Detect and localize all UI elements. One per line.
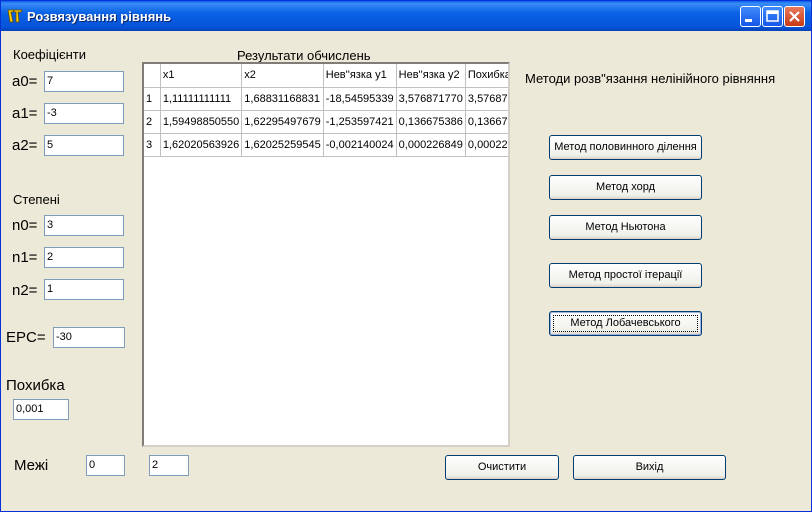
a0-label: a0= bbox=[12, 73, 38, 90]
powers-label: Степені bbox=[13, 192, 60, 207]
table-cell[interactable]: 1,62295497679 bbox=[241, 110, 324, 134]
table-cell[interactable]: 3,576871770 bbox=[465, 87, 508, 111]
table-cell[interactable]: 0,136675386 bbox=[396, 110, 466, 134]
n1-label: n1= bbox=[12, 249, 38, 266]
table-cell[interactable]: 3 bbox=[144, 133, 161, 157]
table-cell[interactable]: 2 bbox=[144, 110, 161, 134]
error-input[interactable]: 0,001 bbox=[13, 399, 69, 420]
lobachevsky-method-button[interactable]: Метод Лобачевського bbox=[549, 311, 702, 336]
header-cell[interactable]: Нев''язка у1 bbox=[323, 64, 397, 88]
maximize-button[interactable] bbox=[762, 6, 783, 27]
a2-label: a2= bbox=[12, 137, 38, 154]
results-title: Результати обчислень bbox=[237, 48, 371, 63]
a1-input[interactable]: -3 bbox=[44, 103, 124, 124]
header-cell[interactable]: № bbox=[144, 64, 161, 88]
chord-method-button[interactable]: Метод хорд bbox=[549, 175, 702, 200]
table-row: 2 1,59498850550 1,62295497679 -1,2535974… bbox=[144, 110, 508, 134]
title-bar[interactable]: Розвязування рівнянь bbox=[1, 1, 811, 31]
maximize-icon bbox=[766, 10, 779, 22]
header-cell[interactable]: Нев''язка у2 bbox=[396, 64, 466, 88]
table-row: 1 1,11111111111 1,68831168831 -18,545953… bbox=[144, 87, 508, 111]
n1-input[interactable]: 2 bbox=[44, 247, 124, 268]
table-cell[interactable]: 0,136675386 bbox=[465, 110, 508, 134]
n0-input[interactable]: 3 bbox=[44, 215, 124, 236]
a2-input[interactable]: 5 bbox=[44, 135, 124, 156]
n2-input[interactable]: 1 bbox=[44, 279, 124, 300]
results-table: № x1 x2 Нев''язка у1 Нев''язка у2 Похибк… bbox=[144, 64, 508, 157]
header-cell[interactable]: Похибка bbox=[465, 64, 508, 88]
a0-input[interactable]: 7 bbox=[44, 71, 124, 92]
eps-input[interactable]: -30 bbox=[53, 327, 125, 348]
close-icon bbox=[789, 11, 800, 22]
minimize-button[interactable] bbox=[740, 6, 761, 27]
delphi-app-icon bbox=[7, 9, 23, 23]
table-cell[interactable]: 3,576871770 bbox=[396, 87, 466, 111]
table-cell[interactable]: 0,000226849 bbox=[396, 133, 466, 157]
n2-label: n2= bbox=[12, 282, 38, 299]
methods-title: Методи розв"язання нелінійного рівняння bbox=[525, 71, 776, 86]
exit-button[interactable]: Вихід bbox=[573, 455, 726, 480]
newton-method-button[interactable]: Метод Ньютона bbox=[549, 215, 702, 240]
table-cell[interactable]: 1,62025259545 bbox=[241, 133, 324, 157]
a1-label: a1= bbox=[12, 105, 38, 122]
table-cell[interactable]: -18,54595339 bbox=[323, 87, 397, 111]
header-row: № x1 x2 Нев''язка у1 Нев''язка у2 Похибк… bbox=[144, 64, 508, 88]
bounds-label: Межі bbox=[14, 457, 49, 474]
table-cell[interactable]: 0,000226849 bbox=[465, 133, 508, 157]
bound-high-input[interactable]: 2 bbox=[149, 455, 189, 476]
table-row: 3 1,62020563926 1,62025259545 -0,0021400… bbox=[144, 133, 508, 157]
table-cell[interactable]: -0,002140024 bbox=[323, 133, 397, 157]
simple-iteration-method-button[interactable]: Метод простої ітерації bbox=[549, 263, 702, 288]
clear-button[interactable]: Очистити bbox=[445, 455, 559, 480]
table-cell[interactable]: -1,253597421 bbox=[323, 110, 397, 134]
header-cell[interactable]: x1 bbox=[160, 64, 243, 88]
lobachevsky-method-label: Метод Лобачевського bbox=[570, 317, 681, 329]
eps-label: EPC= bbox=[6, 329, 46, 346]
main-window: Розвязування рівнянь Коефіцієнти a0= 7 a… bbox=[0, 0, 812, 512]
close-button[interactable] bbox=[784, 6, 805, 27]
bound-low-input[interactable]: 0 bbox=[86, 455, 125, 476]
minimize-icon bbox=[745, 19, 752, 22]
table-cell[interactable]: 1,62020563926 bbox=[160, 133, 243, 157]
results-grid[interactable]: № x1 x2 Нев''язка у1 Нев''язка у2 Похибк… bbox=[142, 62, 510, 447]
bisection-method-button[interactable]: Метод половинного ділення bbox=[549, 135, 702, 160]
table-cell[interactable]: 1,68831168831 bbox=[241, 87, 324, 111]
error-label: Похибка bbox=[6, 377, 65, 394]
table-cell[interactable]: 1,11111111111 bbox=[160, 87, 243, 111]
window-title: Розвязування рівнянь bbox=[27, 9, 172, 24]
table-cell[interactable]: 1 bbox=[144, 87, 161, 111]
n0-label: n0= bbox=[12, 217, 38, 234]
coefficients-label: Коефіцієнти bbox=[13, 47, 86, 62]
header-cell[interactable]: x2 bbox=[241, 64, 324, 88]
table-cell[interactable]: 1,59498850550 bbox=[160, 110, 243, 134]
